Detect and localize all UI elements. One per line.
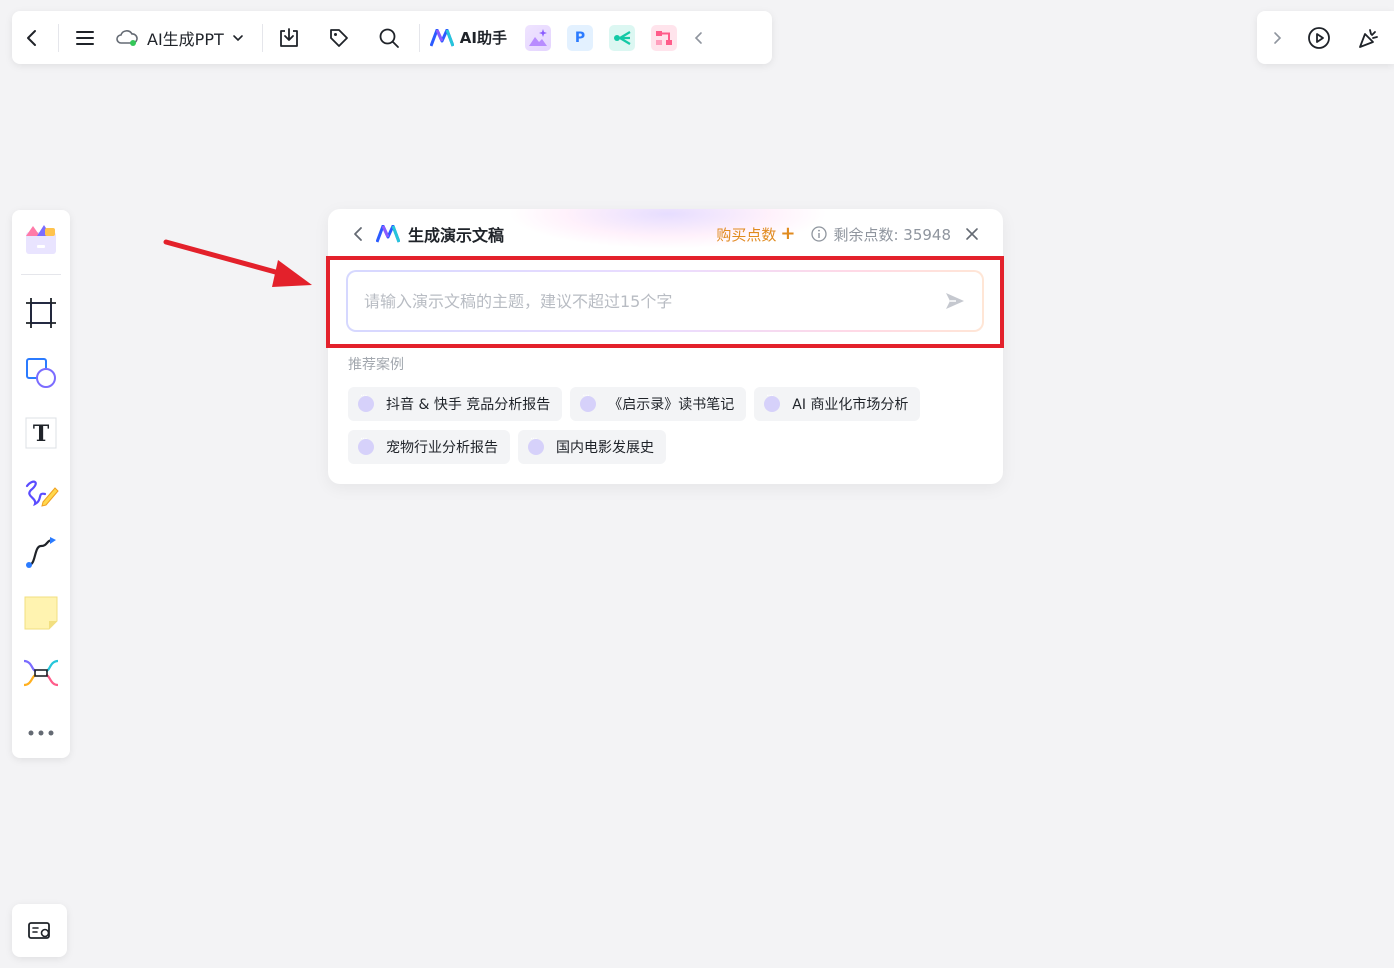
tool-sidebar: T	[12, 210, 70, 758]
text-icon: T	[25, 417, 57, 449]
example-chip-label: 宠物行业分析报告	[386, 440, 498, 456]
back-icon	[27, 29, 36, 46]
example-chip[interactable]: 宠物行业分析报告	[348, 430, 510, 464]
remaining-points-label: 剩余点数: 35948	[833, 225, 951, 244]
flowchart-plugin[interactable]	[650, 24, 677, 51]
doc-title: AI生成PPT	[147, 29, 224, 49]
collapse-toolbar-button[interactable]	[685, 18, 713, 58]
download-icon	[279, 27, 298, 47]
image-gen-plugin[interactable]	[524, 24, 551, 51]
buy-points-label: 购买点数	[716, 225, 777, 244]
example-chip-label: 国内电影发展史	[556, 440, 654, 456]
topic-input-inner	[348, 272, 982, 330]
ai-logo-icon	[376, 225, 400, 243]
download-button[interactable]	[269, 18, 309, 58]
example-chip-label: AI 商业化市场分析	[792, 397, 909, 413]
frame-icon	[26, 298, 56, 328]
frame-tool[interactable]	[19, 291, 63, 335]
close-icon	[966, 228, 978, 240]
more-icon	[28, 730, 54, 736]
plus-icon: +	[780, 223, 796, 244]
right-toolbar	[1257, 11, 1394, 64]
flowchart-plugin-icon	[655, 30, 672, 45]
panel-header: 生成演示文稿 购买点数 + 剩余点数: 35948	[328, 209, 1003, 259]
expand-right-icon	[1274, 31, 1282, 44]
chat-bubble-icon	[358, 434, 374, 455]
topic-input[interactable]	[364, 291, 942, 311]
chat-bubble-icon	[764, 391, 781, 412]
pen-tool[interactable]	[19, 471, 63, 515]
ai-assistant-label: AI助手	[459, 29, 507, 47]
expand-toolbar-button[interactable]	[1261, 18, 1293, 58]
tag-button[interactable]	[319, 18, 359, 58]
remaining-points: 剩余点数: 35948	[811, 224, 951, 245]
mindmap-icon	[23, 659, 59, 687]
ppt-plugin-icon: P	[574, 29, 586, 46]
buy-points-link[interactable]: 购买点数 +	[716, 224, 795, 245]
divider	[21, 274, 61, 275]
template-tool[interactable]	[19, 218, 63, 262]
ai-assistant-button[interactable]: AI助手	[426, 27, 517, 48]
minimap-icon	[27, 921, 50, 939]
mindmap-plugin-icon	[613, 30, 631, 45]
play-icon	[1308, 26, 1330, 49]
divider	[58, 23, 59, 52]
search-button[interactable]	[369, 18, 409, 58]
send-button[interactable]	[942, 288, 968, 314]
divider	[261, 23, 263, 52]
pen-icon	[25, 480, 59, 507]
example-chip[interactable]: 《启示录》读书笔记	[570, 387, 747, 421]
chat-bubble-icon	[580, 391, 597, 412]
celebrate-button[interactable]	[1349, 18, 1389, 58]
more-tools-button[interactable]	[19, 711, 63, 755]
topic-input-container	[346, 270, 984, 332]
connector-tool[interactable]	[19, 531, 63, 575]
text-tool[interactable]: T	[19, 411, 63, 455]
tag-icon	[329, 28, 348, 47]
back-button[interactable]	[12, 18, 52, 58]
example-chip[interactable]: 抖音 & 快手 竞品分析报告	[348, 387, 563, 421]
celebrate-icon	[1359, 28, 1378, 48]
search-icon	[379, 28, 399, 48]
generate-presentation-panel: 生成演示文稿 购买点数 + 剩余点数: 35948 推荐案例 抖音 & 快手 竞…	[328, 209, 1003, 484]
divider	[418, 23, 420, 52]
annotation-arrow-icon	[163, 239, 312, 287]
svg-text:T: T	[33, 421, 50, 447]
ppt-plugin[interactable]: P	[566, 24, 593, 51]
example-chip[interactable]: AI 商业化市场分析	[754, 387, 921, 421]
minimap-button[interactable]	[12, 904, 67, 957]
panel-back-button[interactable]	[348, 224, 368, 244]
ai-logo-icon	[429, 28, 454, 47]
recommend-label: 推荐案例	[348, 357, 404, 373]
sticky-note-icon	[24, 596, 58, 630]
menu-button[interactable]	[65, 18, 105, 58]
shape-icon	[26, 358, 56, 388]
close-panel-button[interactable]	[963, 225, 981, 243]
send-icon	[946, 293, 964, 309]
menu-icon	[76, 30, 94, 45]
sticky-note-tool[interactable]	[19, 591, 63, 635]
top-toolbar: AI生成PPT AI助手 P	[12, 11, 772, 64]
chat-bubble-icon	[358, 391, 374, 412]
cloud-sync-icon	[116, 29, 138, 46]
example-chip-label: 《启示录》读书笔记	[608, 397, 735, 413]
example-chip[interactable]: 国内电影发展史	[518, 430, 666, 464]
chevron-down-icon	[232, 34, 243, 41]
example-chips: 抖音 & 快手 竞品分析报告 《启示录》读书笔记 AI 商业化市场分析 宠物行业…	[348, 387, 968, 464]
example-chip-label: 抖音 & 快手 竞品分析报告	[386, 397, 551, 413]
collapse-left-icon	[694, 31, 702, 44]
present-button[interactable]	[1299, 18, 1339, 58]
image-gen-plugin-icon	[528, 28, 547, 46]
shape-tool[interactable]	[19, 351, 63, 395]
connector-icon	[26, 537, 56, 568]
chat-bubble-icon	[528, 434, 544, 455]
doc-title-dropdown[interactable]: AI生成PPT	[105, 26, 256, 50]
back-icon	[354, 227, 362, 241]
template-icon	[26, 225, 56, 254]
panel-title: 生成演示文稿	[408, 226, 505, 245]
mindmap-plugin[interactable]	[608, 24, 635, 51]
info-icon	[811, 226, 828, 242]
mindmap-tool[interactable]	[19, 651, 63, 695]
